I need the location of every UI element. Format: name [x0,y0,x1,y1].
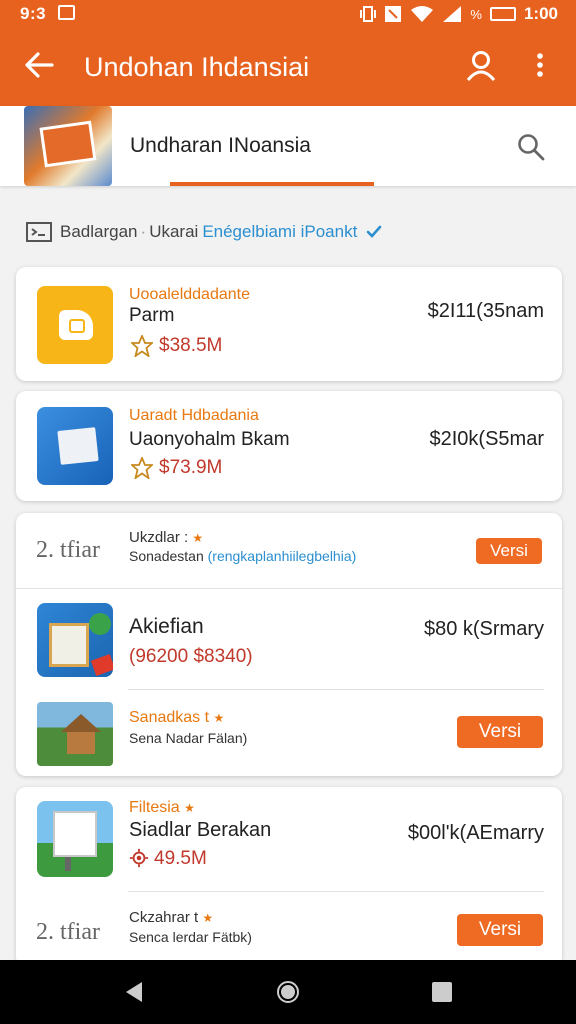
sub-title: Ckzahrar t ★ [129,909,213,926]
listing-card[interactable]: Uaradt Hdbadania Uaonyohalm Bkam $73.9M … [16,391,562,501]
listing-name: Parm [129,305,175,326]
award-icon [131,335,153,357]
check-icon [366,225,382,238]
section-subtitle-link[interactable]: (rengkaplanhiilegbelhia) [208,548,357,564]
section-subtitle: Sonadestan (rengkaplanhiilegbelhia) [129,548,356,564]
nav-home-icon[interactable] [276,980,300,1004]
listing-amount: $73.9M [159,457,223,478]
listing-category: Filtesia ★ [129,799,195,817]
image-notification-icon [58,5,75,20]
item-name: Akiefian [129,615,204,638]
listing-price: $2I11(35nam [427,300,544,322]
nfc-icon [385,6,402,22]
listing-category: Uooalelddadante [129,286,250,303]
listing-category-text: Filtesia [129,799,180,816]
section-card: 2. tfiar Ukzdlar : ★ Sonadestan (rengkap… [16,513,562,776]
listing-price: $2I0k(S5mar [429,428,545,450]
active-tab-indicator [170,182,374,186]
vibrate-icon [360,6,377,22]
app-icon [37,407,113,485]
star-icon: ★ [213,711,225,725]
divider [128,891,544,892]
photo-thumbnail [37,702,113,766]
star-icon: ★ [184,801,195,815]
filter-secondary: Ukarai [149,222,199,241]
listing-amount: 49.5M [154,848,207,869]
section-subtitle-text: Sonadestan [129,548,204,564]
section-title: Ukzdlar : ★ [129,529,203,546]
item-price: $80 k(Srmary [423,618,544,640]
versi-button[interactable]: Versi [457,716,543,748]
item-amount: (96200 $8340) [129,646,253,667]
sub-title-text: Ckzahrar t [129,909,199,926]
more-vert-icon[interactable] [528,48,552,82]
nav-recents-icon[interactable] [430,980,454,1004]
rank-label: 2. tfiar [36,919,100,945]
app-icon [37,603,113,677]
wifi-icon [411,6,434,22]
rank-label: 2. tfiar [36,537,100,563]
filter-icon[interactable] [26,222,52,242]
section-card: Filtesia ★ Siadlar Berakan 49.5M $00l'k(… [16,787,562,967]
listing-category: Uaradt Hdbadania [129,407,259,424]
filter-link[interactable]: Enégelbiami iPoankt [202,222,357,242]
back-arrow-icon[interactable] [22,48,56,82]
listing-amount: $38.5M [159,335,223,356]
status-time: 9:3 [20,4,47,23]
listing-card[interactable]: Uooalelddadante Parm $38.5M $2I11(35nam [16,267,562,381]
star-icon: ★ [192,531,204,545]
listing-name: Siadlar Berakan [129,819,272,841]
account-icon[interactable] [464,48,498,82]
sub-item-category-text: Sanadkas t [129,709,210,726]
listing-name: Uaonyohalm Bkam [129,429,290,450]
award-icon [129,848,149,868]
divider [16,588,562,589]
filter-separator: · [140,222,147,241]
status-bar: 9:3 % 1:00 [0,0,576,28]
app-icon [37,286,113,364]
status-clock: 1:00 [523,4,558,23]
header-name: Undharan INoansia [130,134,311,157]
battery-icon [489,7,516,21]
sub-item-category: Sanadkas t ★ [129,709,224,727]
nav-back-icon[interactable] [122,980,146,1004]
system-nav-bar [0,960,576,1024]
filter-row: Badlargan · Ukarai Enégelbiami iPoankt [26,220,546,244]
page-title: Undohan Ihdansiai [84,52,310,82]
search-icon[interactable] [516,132,546,162]
award-icon [131,457,153,479]
app-bar: Undohan Ihdansiai [0,28,576,106]
filter-label: Badlargan [60,222,138,241]
versi-button[interactable]: Versi [476,538,542,564]
signal-percent: % [470,6,482,22]
divider [128,689,544,690]
sub-item-desc: Sena Nadar Fälan) [129,730,248,746]
header-thumbnail[interactable] [24,106,112,186]
section-title-text: Ukzdlar : [129,529,189,546]
star-icon: ★ [202,911,214,925]
versi-button[interactable]: Versi [457,914,543,946]
app-icon [37,801,113,877]
listing-price: $00l'k(AEmarry [407,822,544,844]
cell-signal-icon [443,6,462,22]
header-card: Undharan INoansia [0,106,576,186]
sub-desc: Senca lerdar Fätbk) [129,929,252,945]
